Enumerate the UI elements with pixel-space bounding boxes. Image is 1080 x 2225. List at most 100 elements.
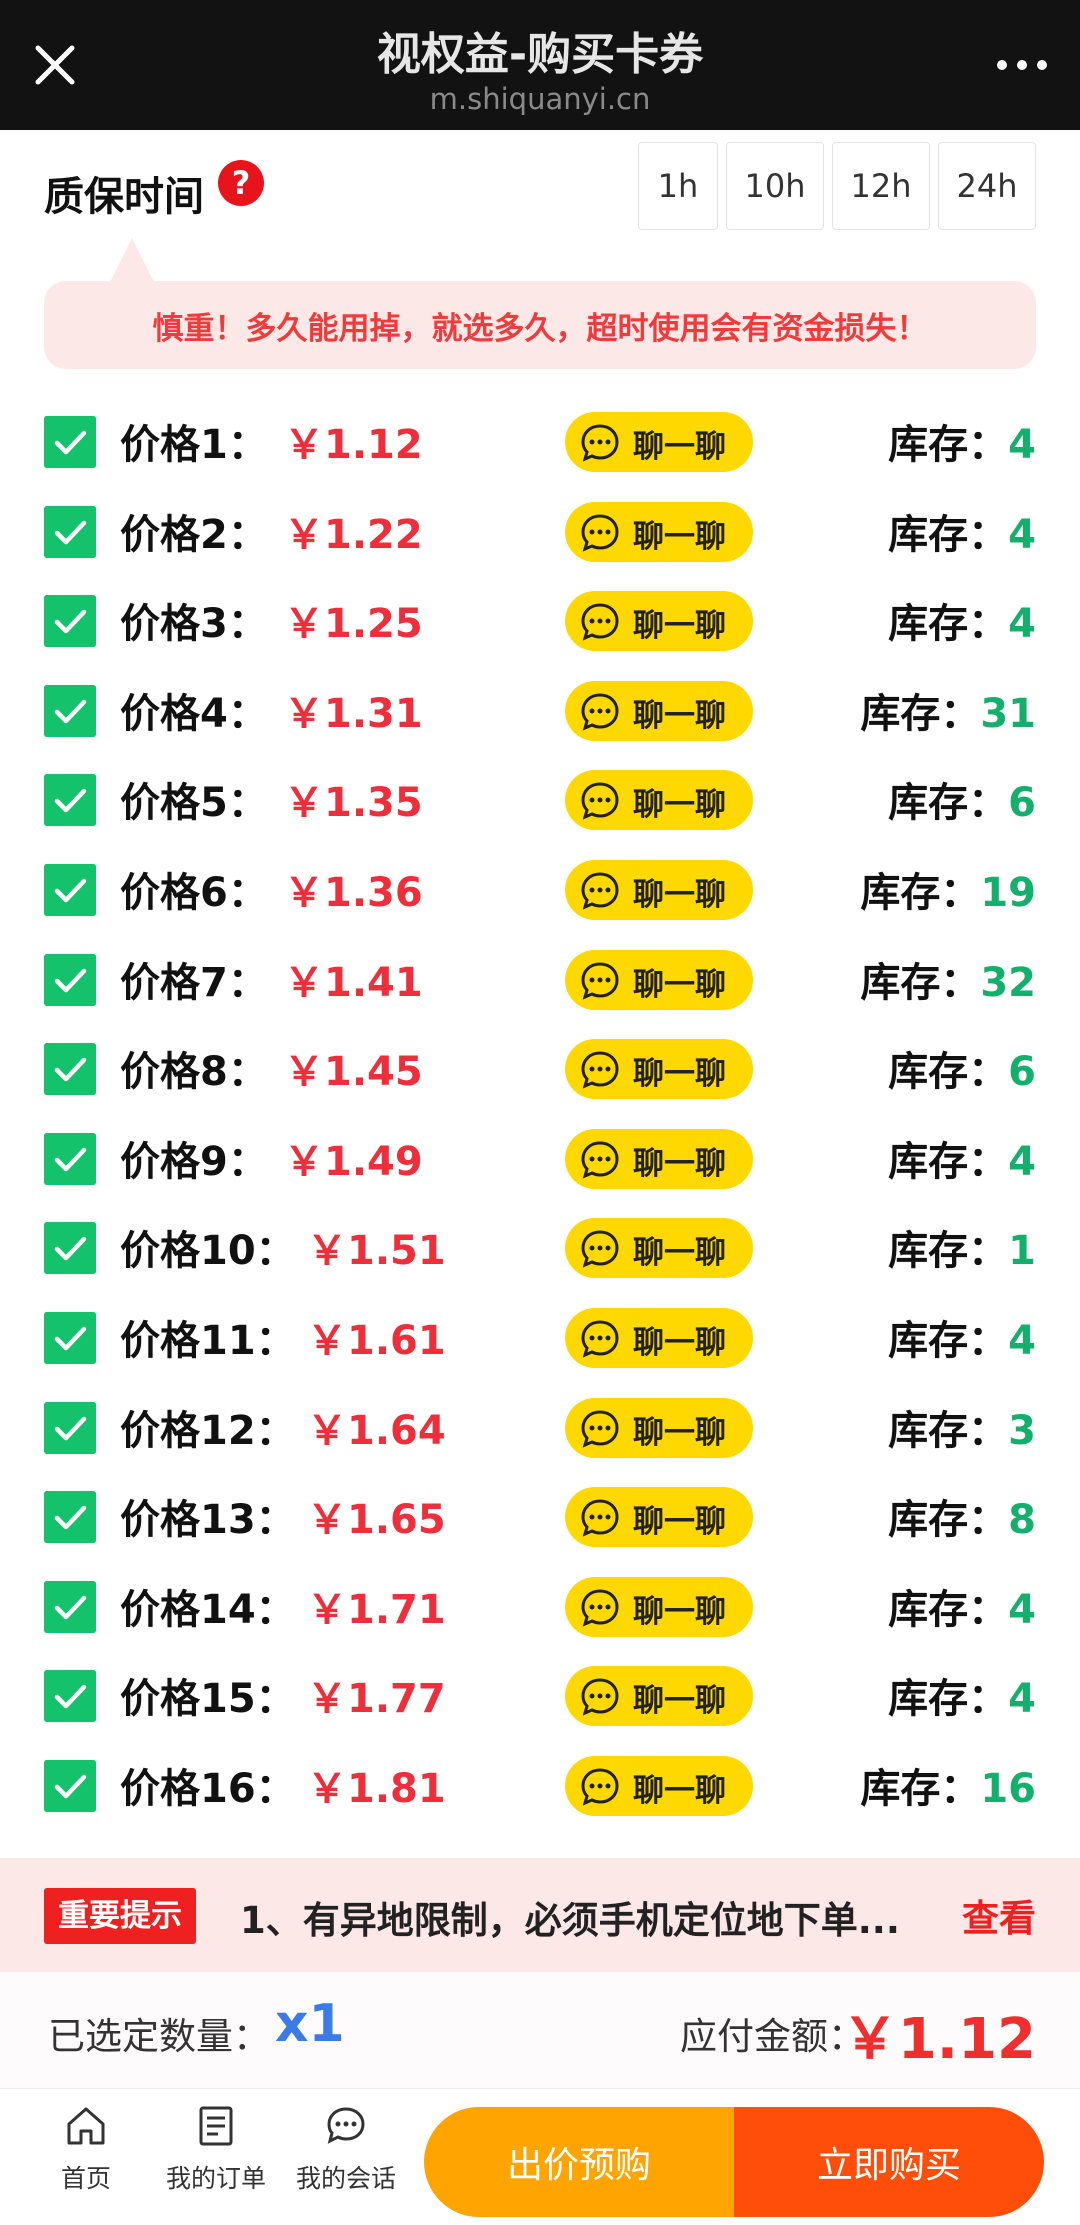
price-value: ￥1.77 xyxy=(307,1676,446,1723)
chat-bubble-icon xyxy=(581,1589,619,1627)
price-row-4: 价格4： ￥1.31 聊一聊 库存：31 xyxy=(0,667,1080,757)
stock-label: 库存： xyxy=(888,1318,1009,1364)
order-summary: 已选定数量： x1 应付金额： ￥1.12 xyxy=(0,1972,1080,2088)
checkbox-checked-icon[interactable] xyxy=(44,416,96,468)
price-value: ￥1.31 xyxy=(284,690,423,737)
checkbox-checked-icon[interactable] xyxy=(44,1312,96,1364)
stock-info: 库存：1 xyxy=(888,1218,1036,1276)
checkbox-checked-icon[interactable] xyxy=(44,505,96,558)
stock-number: 4 xyxy=(1008,1138,1036,1185)
checkbox-checked-icon[interactable] xyxy=(44,1043,96,1096)
chat-bubble-icon xyxy=(581,1051,619,1089)
price-label: 价格7： xyxy=(120,959,268,1006)
checkbox-checked-icon[interactable] xyxy=(44,864,96,916)
stock-info: 库存：4 xyxy=(888,412,1036,470)
chat-label: 聊一聊 xyxy=(633,1414,726,1451)
chat-button[interactable]: 聊一聊 xyxy=(565,1576,753,1637)
warranty-option-12h[interactable]: 12h xyxy=(832,142,930,230)
nav-orders-label: 我的订单 xyxy=(165,2164,266,2193)
page-url: m.shiquanyi.cn xyxy=(429,82,651,116)
help-icon[interactable]: ? xyxy=(218,160,264,206)
stock-info: 库存：8 xyxy=(888,1487,1036,1545)
chat-button[interactable]: 聊一聊 xyxy=(565,1218,753,1279)
price-row-10: 价格10： ￥1.51 聊一聊 库存：1 xyxy=(0,1204,1080,1294)
stock-number: 6 xyxy=(1008,1049,1036,1096)
chat-bubble-icon xyxy=(581,1230,619,1269)
chat-bubble-icon xyxy=(581,693,619,731)
stock-label: 库存： xyxy=(888,601,1009,648)
nav-orders[interactable]: 我的订单 xyxy=(156,2103,276,2195)
stock-label: 库存： xyxy=(888,1497,1009,1544)
checkbox-checked-icon[interactable] xyxy=(44,774,96,827)
chat-button[interactable]: 聊一聊 xyxy=(565,591,753,652)
chat-button[interactable]: 聊一聊 xyxy=(565,680,753,741)
checkbox-checked-icon[interactable] xyxy=(44,684,96,737)
chat-bubble-icon xyxy=(581,962,619,1000)
checkbox-checked-icon[interactable] xyxy=(44,953,96,1006)
warranty-option-24h[interactable]: 24h xyxy=(938,142,1036,230)
price-row-16: 价格16： ￥1.81 聊一聊 库存：16 xyxy=(0,1742,1080,1832)
chat-button[interactable]: 聊一聊 xyxy=(565,949,753,1010)
price-value: ￥1.41 xyxy=(284,959,423,1006)
checkbox-checked-icon[interactable] xyxy=(44,1760,96,1812)
view-tip-link[interactable]: 查看 xyxy=(962,1888,1036,1942)
warranty-option-10h[interactable]: 10h xyxy=(726,142,824,230)
selected-quantity-value: x1 xyxy=(275,1994,345,2054)
chat-label: 聊一聊 xyxy=(633,518,726,555)
stock-number: 6 xyxy=(1008,780,1036,827)
chat-button[interactable]: 聊一聊 xyxy=(565,501,753,562)
checkbox-checked-icon[interactable] xyxy=(44,595,96,648)
checkbox-checked-icon[interactable] xyxy=(44,1401,96,1454)
buy-now-button[interactable]: 立即购买 xyxy=(734,2107,1044,2217)
chat-label: 聊一聊 xyxy=(633,1145,726,1182)
nav-chats[interactable]: 我的会话 xyxy=(286,2103,406,2195)
stock-label: 库存： xyxy=(888,1586,1009,1633)
chat-button[interactable]: 聊一聊 xyxy=(565,1666,753,1727)
price-label: 价格16： xyxy=(120,1766,296,1812)
price-row-15: 价格15： ￥1.77 聊一聊 库存：4 xyxy=(0,1652,1080,1742)
checkbox-checked-icon[interactable] xyxy=(44,1132,96,1185)
warranty-option-1h[interactable]: 1h xyxy=(638,142,718,230)
chat-button[interactable]: 聊一聊 xyxy=(565,1128,753,1189)
chat-label: 聊一聊 xyxy=(633,1683,726,1720)
chat-button[interactable]: 聊一聊 xyxy=(565,1308,753,1368)
checkbox-checked-icon[interactable] xyxy=(44,1491,96,1544)
chat-label: 聊一聊 xyxy=(633,1504,726,1541)
chat-bubble-icon xyxy=(581,1320,619,1358)
price-label: 价格9： xyxy=(120,1138,268,1185)
stock-info: 库存：6 xyxy=(888,1039,1036,1097)
stock-label: 库存： xyxy=(860,870,981,916)
chat-button[interactable]: 聊一聊 xyxy=(565,860,753,920)
more-icon[interactable] xyxy=(992,40,1052,90)
checkbox-checked-icon[interactable] xyxy=(44,1580,96,1633)
chat-label: 聊一聊 xyxy=(633,1235,726,1272)
stock-number: 4 xyxy=(1008,1676,1036,1723)
checkbox-checked-icon[interactable] xyxy=(44,1670,96,1723)
chat-button[interactable]: 聊一聊 xyxy=(565,1039,753,1100)
stock-label: 库存： xyxy=(888,1138,1009,1185)
chat-button[interactable]: 聊一聊 xyxy=(565,1397,753,1458)
price-row-8: 价格8： ￥1.45 聊一聊 库存：6 xyxy=(0,1025,1080,1115)
chat-button[interactable]: 聊一聊 xyxy=(565,412,753,472)
price-label: 价格10： xyxy=(120,1228,296,1275)
chat-button[interactable]: 聊一聊 xyxy=(565,770,753,831)
chat-label: 聊一聊 xyxy=(633,608,726,645)
price-label: 价格4： xyxy=(120,690,268,737)
stock-info: 库存：3 xyxy=(888,1398,1036,1456)
chat-button[interactable]: 聊一聊 xyxy=(565,1756,753,1816)
checkbox-checked-icon[interactable] xyxy=(44,1222,96,1275)
stock-label: 库存： xyxy=(888,780,1009,827)
price-value: ￥1.35 xyxy=(284,780,423,827)
chat-bubble-icon xyxy=(581,872,619,910)
stock-number: 8 xyxy=(1008,1497,1036,1544)
price-label: 价格2： xyxy=(120,511,268,558)
stock-number: 4 xyxy=(1008,422,1036,468)
price-row-7: 价格7： ￥1.41 聊一聊 库存：32 xyxy=(0,936,1080,1026)
notice-pointer xyxy=(110,238,154,282)
price-row-11: 价格11： ￥1.61 聊一聊 库存：4 xyxy=(0,1294,1080,1384)
bid-preorder-button[interactable]: 出价预购 xyxy=(424,2107,734,2217)
chat-button[interactable]: 聊一聊 xyxy=(565,1487,753,1548)
price-label: 价格14： xyxy=(120,1586,296,1633)
nav-home[interactable]: 首页 xyxy=(26,2103,146,2195)
stock-number: 1 xyxy=(1008,1228,1036,1275)
